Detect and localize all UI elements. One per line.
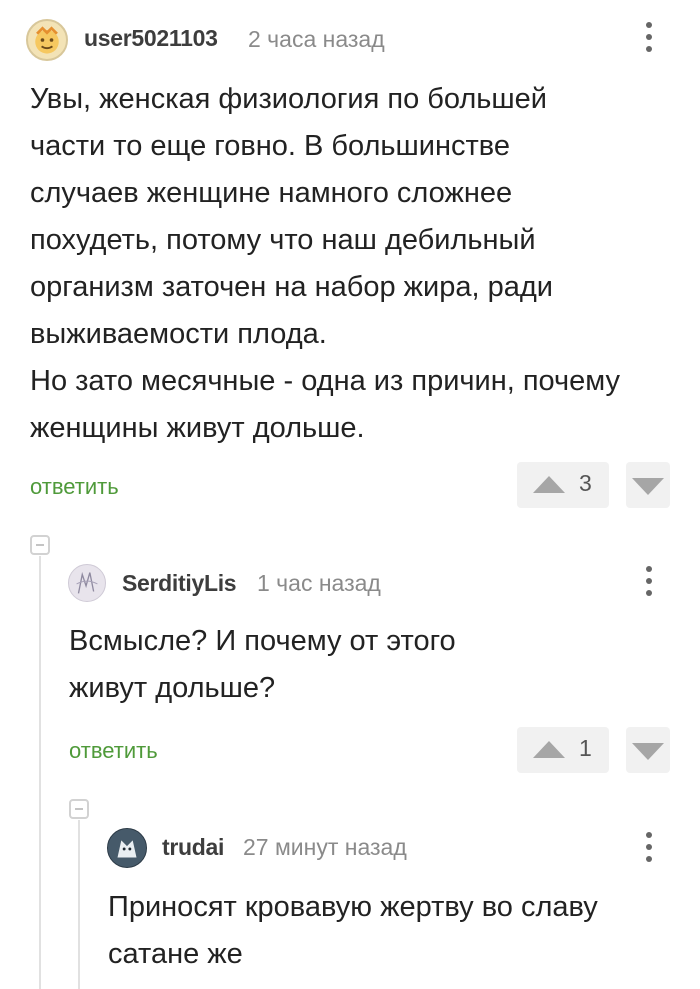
comment-text-line: Но зато месячные - одна из причин, почем… [30,365,621,397]
upvote-arrow-icon [533,476,565,493]
downvote-arrow-icon [632,743,664,760]
upvote-button[interactable]: 3 [517,462,609,508]
comment-text-line: части то еще говно. В большинстве [30,130,511,162]
more-vertical-icon[interactable] [637,22,661,66]
downvote-button[interactable] [626,727,670,773]
avatar[interactable] [68,564,106,602]
upvote-button[interactable]: 1 [517,727,609,773]
collapse-thread-icon[interactable] [69,799,89,819]
avatar[interactable] [107,828,147,868]
comment-text: Приносят кровавую жертву во славу сатане… [108,884,598,978]
comment-time: 1 час назад [257,570,381,596]
more-vertical-icon[interactable] [637,566,661,610]
comment-text-line: случаев женщине намного сложнее [30,177,513,209]
comment-text-line: сатане же [108,938,243,970]
comment-text-line: Всмысле? И почему от этого [69,625,456,657]
comment-text-line: Увы, женская физиология по большей [30,83,547,115]
comment-text: Всмысле? И почему от этого живут дольше? [69,618,456,712]
comment-text: Увы, женская физиология по большей части… [30,76,620,452]
comment-text-line: похудеть, потому что наш дебильный [30,224,536,256]
comment-time: 27 минут назад [243,834,407,860]
comment-username[interactable]: user5021103 [84,25,218,52]
comment-time: 2 часа назад [248,26,385,52]
thread-line [39,556,41,989]
downvote-button[interactable] [626,462,670,508]
reply-button[interactable]: ответить [69,738,158,764]
downvote-arrow-icon [632,478,664,495]
comment-text-line: организм заточен на набор жира, ради [30,271,553,303]
avatar[interactable] [26,19,68,61]
upvote-arrow-icon [533,741,565,758]
comment-text-line: женщины живут дольше. [30,412,365,444]
reply-button[interactable]: ответить [30,474,119,500]
comment-username[interactable]: SerditiyLis [122,570,237,597]
comment-text-line: выживаемости плода. [30,318,327,350]
rating-count: 1 [579,735,592,761]
more-vertical-icon[interactable] [637,832,661,876]
comment-username[interactable]: trudai [162,834,224,861]
collapse-thread-icon[interactable] [30,535,50,555]
comment-text-line: живут дольше? [69,672,276,704]
thread-line [78,820,80,989]
comment-text-line: Приносят кровавую жертву во славу [108,891,598,923]
rating-count: 3 [579,470,592,496]
